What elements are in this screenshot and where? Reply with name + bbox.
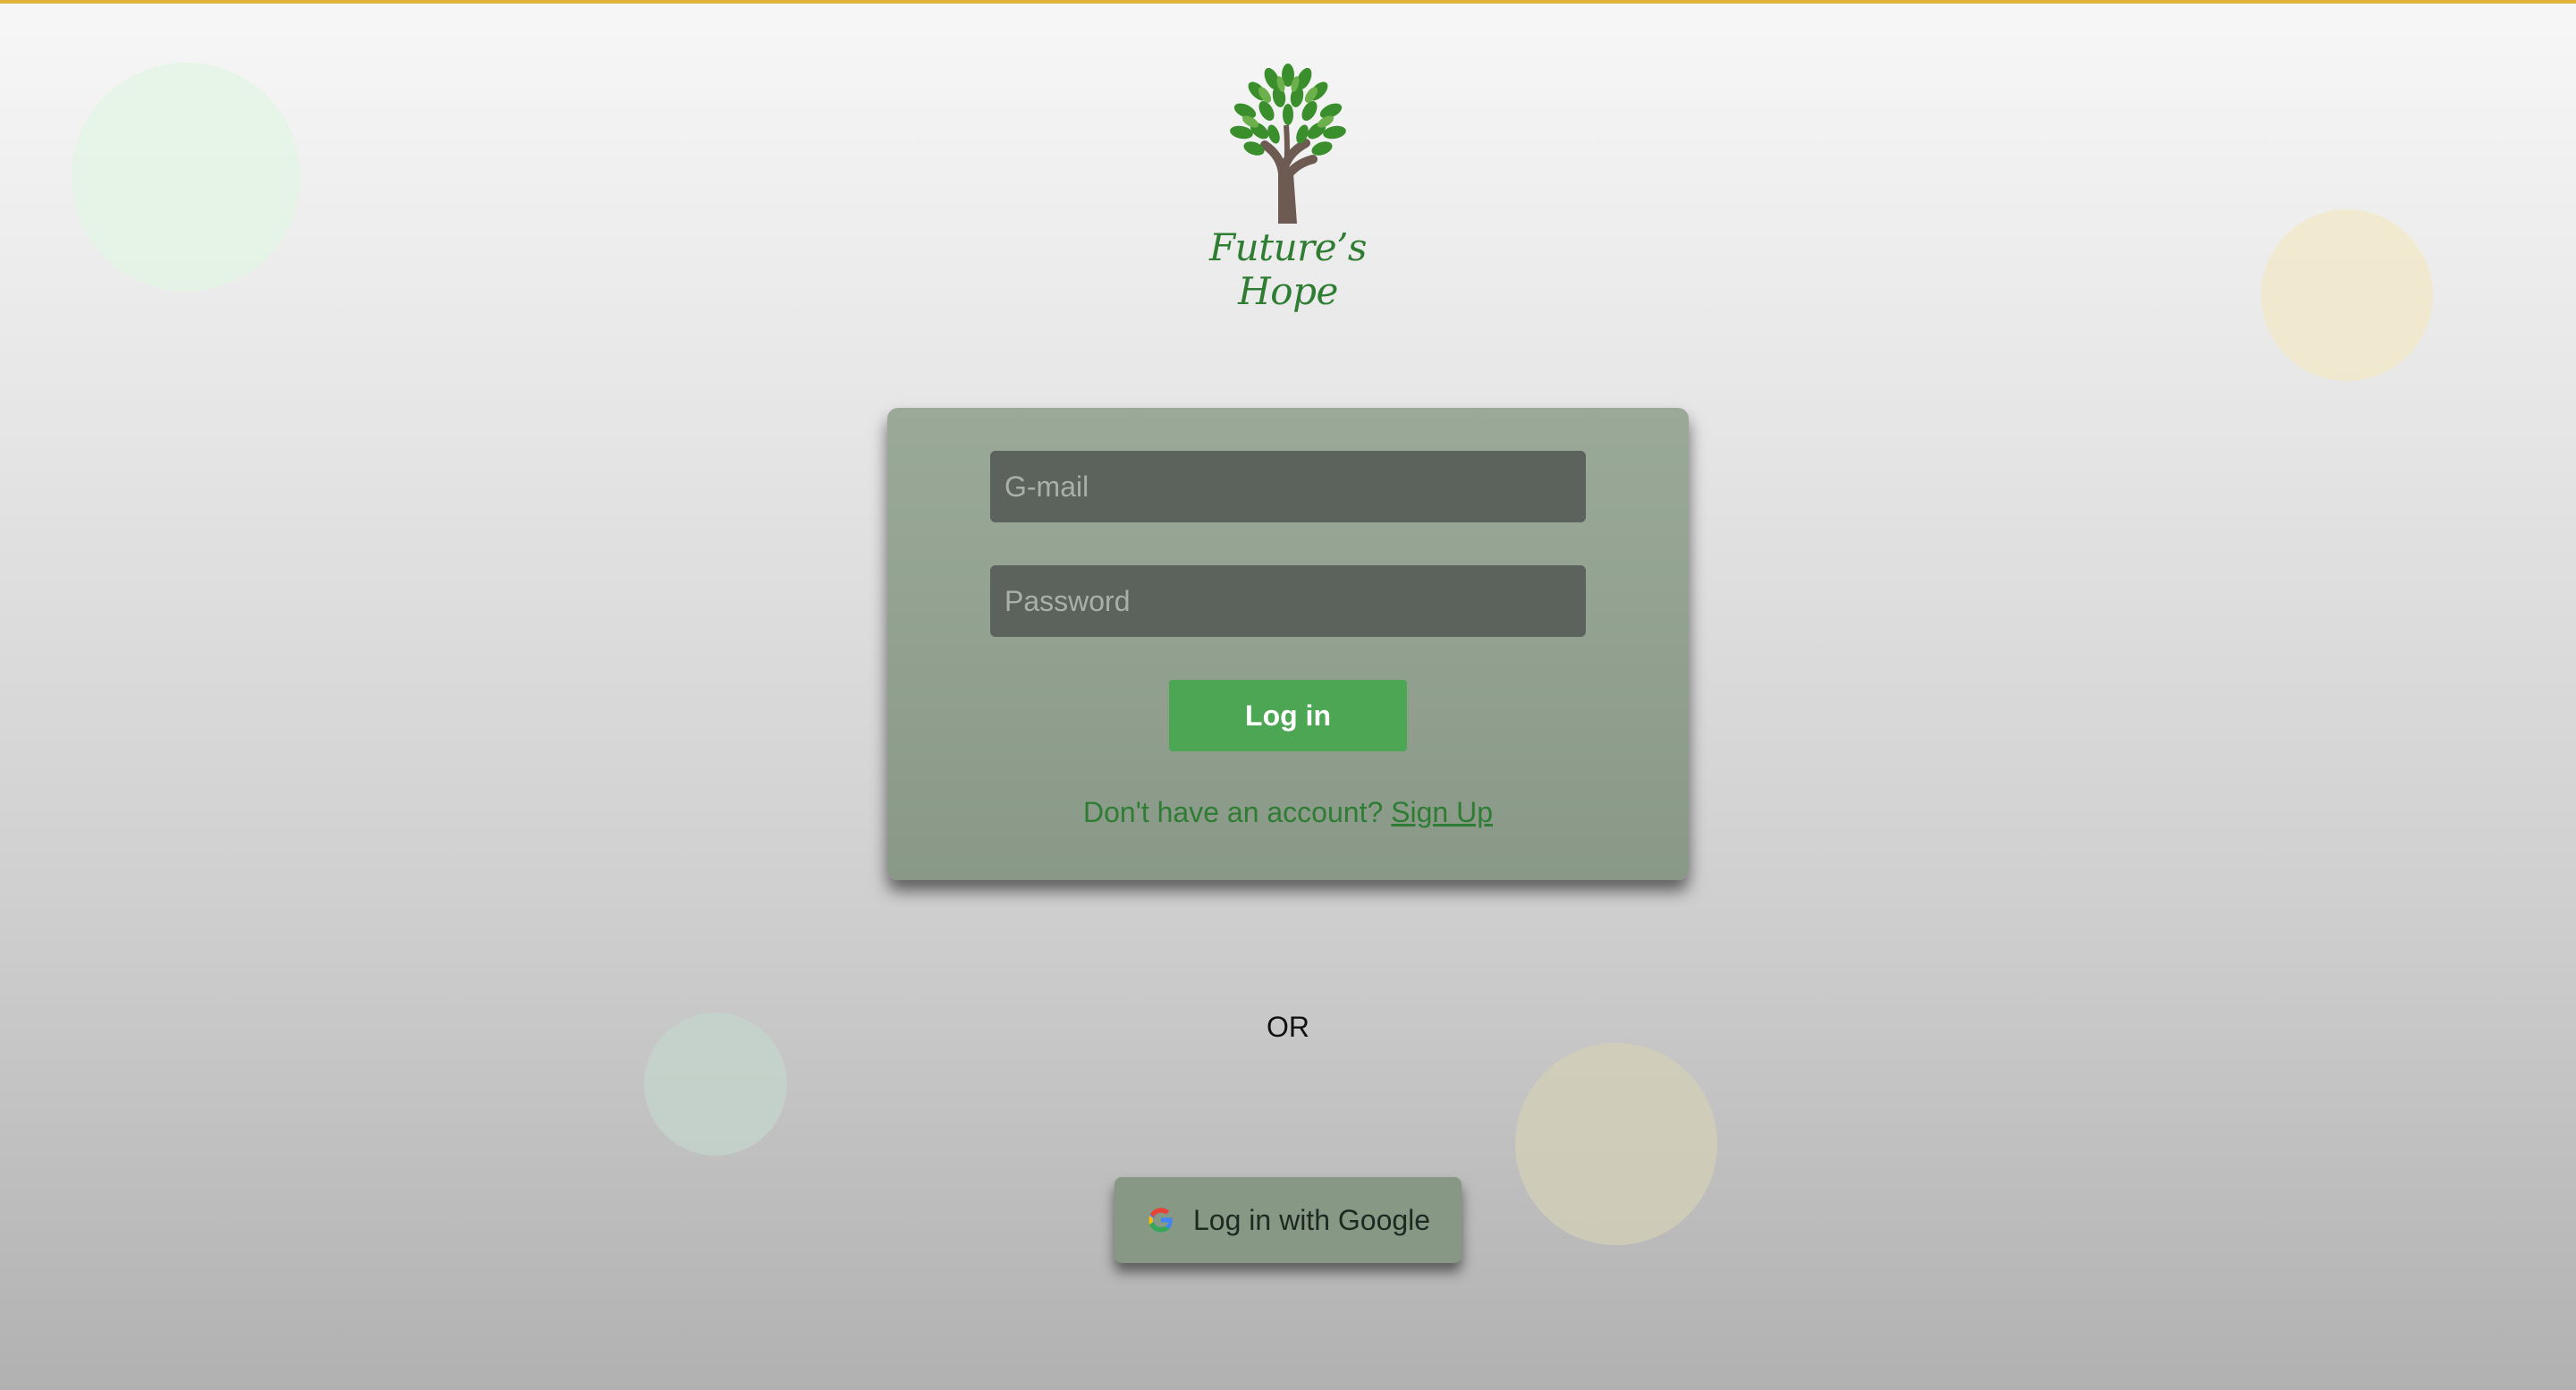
google-login-button[interactable]: Log in with Google	[1114, 1177, 1462, 1263]
google-login-label: Log in with Google	[1193, 1203, 1431, 1236]
brand-logo: Future’s Hope	[1163, 59, 1413, 313]
tree-icon	[1230, 64, 1346, 224]
google-icon	[1148, 1208, 1174, 1233]
password-input[interactable]	[990, 565, 1586, 637]
decorative-bubble	[2261, 209, 2433, 381]
top-accent-bar	[0, 0, 2576, 4]
login-card: Log in Don't have an account? Sign Up	[887, 408, 1689, 880]
brand-name: Future’s Hope	[1209, 225, 1367, 313]
email-input[interactable]	[990, 451, 1586, 522]
or-divider: OR	[1267, 1011, 1309, 1043]
signup-prompt-row: Don't have an account? Sign Up	[887, 796, 1689, 829]
signup-link[interactable]: Sign Up	[1391, 796, 1493, 828]
login-button[interactable]: Log in	[1169, 680, 1407, 751]
decorative-bubble	[72, 63, 301, 292]
signup-prompt-text: Don't have an account?	[1083, 796, 1384, 828]
decorative-bubble	[1515, 1043, 1717, 1245]
